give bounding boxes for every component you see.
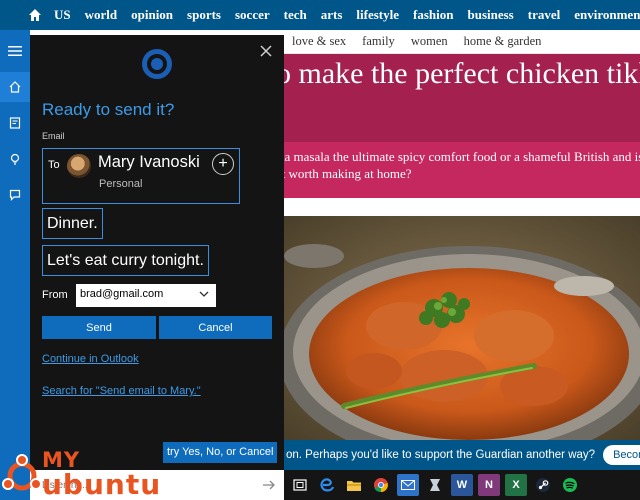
mail-icon[interactable] [397,474,419,496]
standfirst-band: ka masala the ultimate spicy comfort foo… [284,142,640,198]
subnav-home-garden[interactable]: home & garden [464,34,542,49]
file-explorer-icon[interactable] [343,474,365,496]
support-text: on. Perhaps you'd like to support the Gu… [286,449,596,461]
nav-item-business[interactable]: business [467,7,513,23]
guardian-top-nav: US world opinion sports soccer tech arts… [0,0,640,30]
chevron-down-icon [198,288,210,300]
nav-item-world[interactable]: world [85,7,118,23]
subnav-family[interactable]: family [362,34,395,49]
nav-item-environment[interactable]: environment [574,7,640,23]
avatar [67,154,91,178]
nav-item-tech[interactable]: tech [284,7,307,23]
become-button[interactable]: Become [603,445,640,465]
recipient-field[interactable]: To Mary Ivanoski Personal + [42,148,240,204]
send-button[interactable]: Send [42,316,156,339]
onenote-icon[interactable]: N [478,474,500,496]
nav-item-arts[interactable]: arts [321,7,343,23]
subnav-love-sex[interactable]: love & sex [292,34,346,49]
spotify-icon[interactable] [559,474,581,496]
cortana-panel: Ready to send it? Email To Mary Ivanoski… [30,35,284,470]
notebook-icon[interactable] [0,108,30,138]
lightbulb-icon[interactable] [0,144,30,174]
screen: US world opinion sports soccer tech arts… [0,0,640,500]
spacer [284,198,640,216]
edge-icon[interactable] [316,474,338,496]
cancel-button[interactable]: Cancel [159,316,272,339]
article-headline: o make the perfect chicken tikka [284,57,640,90]
from-label: From [42,289,68,301]
feedback-icon[interactable] [0,180,30,210]
subject-field[interactable]: Dinner. [42,208,103,239]
cortana-rail [0,30,30,470]
add-recipient-icon[interactable]: + [212,153,234,175]
arrow-right-icon[interactable] [262,478,276,492]
nav-item-lifestyle[interactable]: lifestyle [356,7,399,23]
voice-hint-tooltip: try Yes, No, or Cancel [163,442,278,463]
excel-icon[interactable]: X [505,474,527,496]
windows-taskbar: W N X [284,470,640,500]
continue-in-outlook-link[interactable]: Continue in Outlook [42,353,139,365]
ubuntu-logo-icon [2,450,46,494]
contact-name: Mary Ivanoski [98,153,200,171]
word-icon[interactable]: W [451,474,473,496]
email-label: Email [42,131,65,141]
to-label: To [48,159,60,171]
nav-item-opinion[interactable]: opinion [131,7,173,23]
from-account-value: brad@gmail.com [80,288,164,300]
home-rail-icon[interactable] [0,72,30,102]
nav-item-travel[interactable]: travel [528,7,560,23]
cortana-orb-icon [142,49,172,79]
task-view-icon[interactable] [289,474,311,496]
steam-icon[interactable] [532,474,554,496]
subnav-women[interactable]: women [411,34,448,49]
close-icon[interactable] [258,43,274,59]
contact-type: Personal [99,178,143,190]
article-standfirst: ka masala the ultimate spicy comfort foo… [284,149,640,181]
home-icon[interactable] [28,8,42,22]
nav-item-us[interactable]: US [54,7,71,23]
message-body-field[interactable]: Let's eat curry tonight. [42,245,209,276]
search-send-email-link[interactable]: Search for "Send email to Mary." [42,385,201,397]
nav-item-fashion[interactable]: fashion [413,7,453,23]
from-account-select[interactable]: brad@gmail.com [76,284,216,307]
watermark-ubuntu: ubuntu [42,468,162,500]
nav-item-sports[interactable]: sports [187,7,221,23]
headline-band: o make the perfect chicken tikka [284,54,640,142]
curry-photo [284,216,640,440]
hamburger-menu-icon[interactable] [0,36,30,66]
guardian-sub-nav: love & sex family women home & garden [284,30,640,54]
nav-item-soccer[interactable]: soccer [235,7,270,23]
cortana-orb-core [151,58,163,70]
sway-icon[interactable] [424,474,446,496]
cortana-prompt-title: Ready to send it? [42,100,175,119]
chrome-icon[interactable] [370,474,392,496]
support-bar: on. Perhaps you'd like to support the Gu… [284,440,640,470]
